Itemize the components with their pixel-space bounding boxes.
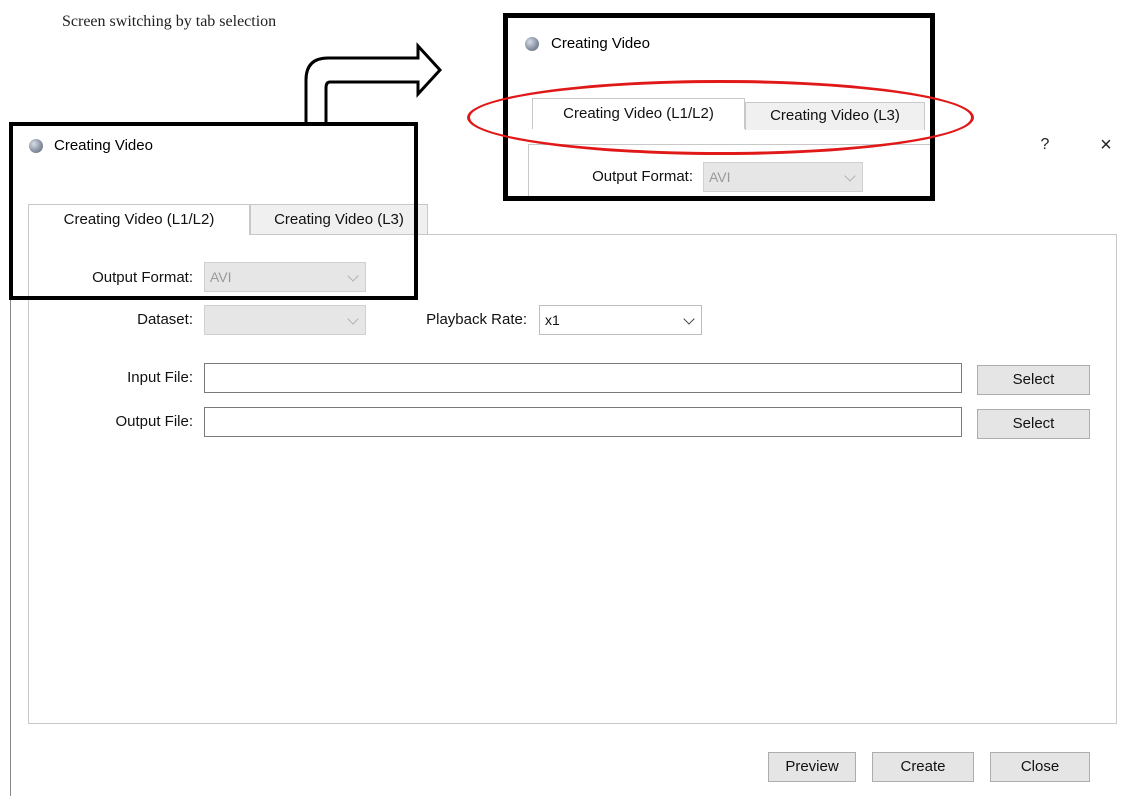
create-button[interactable]: Create (872, 752, 974, 782)
chevron-down-icon (844, 170, 856, 182)
annotation-caption: Screen switching by tab selection (62, 13, 277, 30)
tab-creating-video-l1-l2[interactable]: Creating Video (L1/L2) (28, 204, 250, 235)
close-button[interactable]: Close (990, 752, 1090, 782)
zoom-output-format-select[interactable]: AVI (703, 162, 863, 192)
zoom-tab-creating-video-l1-l2[interactable]: Creating Video (L1/L2) (532, 98, 745, 129)
chevron-down-icon (347, 313, 359, 325)
playback-rate-value: x1 (545, 312, 560, 328)
input-file-field[interactable] (204, 363, 962, 393)
app-globe-icon (525, 37, 539, 51)
input-file-select-button[interactable]: Select (977, 365, 1090, 395)
close-window-button[interactable]: × (1095, 134, 1117, 156)
playback-rate-label: Playback Rate: (426, 311, 527, 328)
help-button[interactable]: ? (1035, 136, 1055, 156)
output-file-select-button[interactable]: Select (977, 409, 1090, 439)
input-file-label: Input File: (127, 369, 193, 386)
output-file-label: Output File: (115, 413, 193, 430)
preview-button[interactable]: Preview (768, 752, 856, 782)
creating-video-dialog: Creating Video ? × Creating Video (L1/L2… (10, 124, 1134, 796)
zoom-output-format-label: Output Format: (592, 168, 693, 185)
dataset-label: Dataset: (137, 311, 193, 328)
output-file-field[interactable] (204, 407, 962, 437)
dataset-select[interactable] (204, 305, 366, 335)
bent-arrow-icon (304, 42, 443, 126)
zoom-dialog-title: Creating Video (551, 35, 650, 52)
chevron-down-icon (683, 313, 695, 325)
zoom-output-format-value: AVI (709, 169, 731, 185)
playback-rate-select[interactable]: x1 (539, 305, 702, 335)
